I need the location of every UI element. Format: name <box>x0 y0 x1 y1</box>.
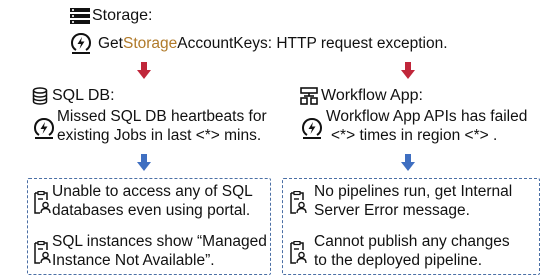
lightning-alert-icon <box>301 118 323 139</box>
ticket-item: Unable to access any of SQL databases ev… <box>30 183 268 223</box>
ticket-person-icon <box>34 241 51 264</box>
ticket-person-icon <box>34 191 51 214</box>
sql-ticket-1-line2: databases even using portal. <box>52 202 251 219</box>
workflow-label: Workflow App: <box>321 87 423 104</box>
sql-tickets-box: Unable to access any of SQL databases ev… <box>27 178 271 275</box>
lightning-alert-icon <box>33 118 55 139</box>
ticket-item: No pipelines run, get Internal Server Er… <box>286 183 536 223</box>
red-arrow-left <box>137 62 151 79</box>
workflow-ticket-2-line2: to the deployed pipeline. <box>314 252 483 269</box>
storage-icon <box>70 8 90 24</box>
red-arrow-right <box>401 62 415 79</box>
workflow-alert-line2: <*> times in region <*> . <box>331 127 498 144</box>
lightning-alert-icon <box>70 33 92 54</box>
storage-label: Storage: <box>92 7 153 24</box>
blue-arrow-right <box>401 154 415 171</box>
workflow-icon <box>300 87 318 105</box>
workflow-tickets-box: No pipelines run, get Internal Server Er… <box>282 178 540 275</box>
sql-ticket-1-line1: Unable to access any of SQL <box>52 183 253 200</box>
storage-alert-suffix: AccountKeys: HTTP request exception. <box>177 35 448 52</box>
workflow-ticket-2-line1: Cannot publish any changes <box>314 233 510 250</box>
sql-ticket-2-line2: Instance Not Available”. <box>52 252 215 269</box>
database-icon <box>32 87 48 105</box>
ticket-item: Cannot publish any changes to the deploy… <box>286 233 536 273</box>
sql-alert-line2: existing Jobs in last <*> mins. <box>57 127 262 144</box>
sql-alert-line1: Missed SQL DB heartbeats for <box>57 108 267 125</box>
storage-alert-prefix: Get <box>98 35 123 52</box>
ticket-person-icon <box>290 191 307 214</box>
blue-arrow-left <box>137 154 151 171</box>
workflow-alert-line1: Workflow App APIs has failed <box>326 108 528 125</box>
storage-alert-highlight: Storage <box>122 35 178 52</box>
sql-ticket-2-line1: SQL instances show “Managed <box>52 233 267 250</box>
ticket-item: SQL instances show “Managed Instance Not… <box>30 233 268 273</box>
ticket-person-icon <box>290 241 307 264</box>
storage-alert-text: GetStorageAccountKeys: HTTP request exce… <box>98 35 448 53</box>
sql-label: SQL DB: <box>52 87 115 104</box>
workflow-ticket-1-line1: No pipelines run, get Internal <box>314 183 513 200</box>
workflow-ticket-1-line2: Server Error message. <box>314 202 470 219</box>
